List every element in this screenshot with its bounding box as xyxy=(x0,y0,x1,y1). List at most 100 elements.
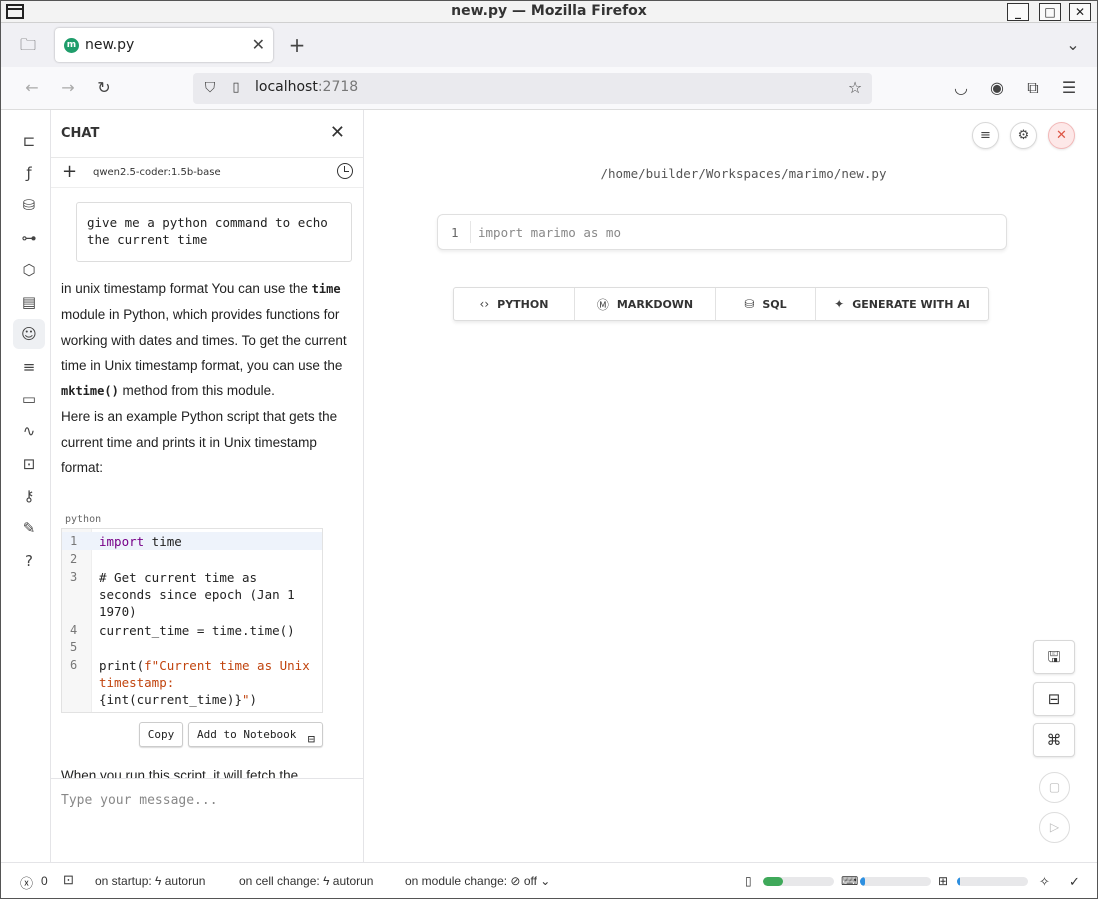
search-list-icon[interactable]: ≡ xyxy=(13,352,45,382)
inline-code: time xyxy=(311,282,341,296)
copy-code-button[interactable]: Copy xyxy=(139,722,183,747)
cpu-usage-bar xyxy=(957,877,1028,886)
url-text[interactable]: localhost:2718 xyxy=(255,79,358,95)
code-text: time xyxy=(144,534,182,549)
error-circle-icon[interactable]: ⓧ xyxy=(20,873,33,892)
add-python-cell-button[interactable]: ‹› PYTHON xyxy=(454,288,575,320)
add-markdown-cell-button[interactable]: Ⓜ MARKDOWN xyxy=(575,288,716,320)
scratchpad-icon[interactable]: ✎ xyxy=(13,513,45,543)
save-icon[interactable]: 🖫 xyxy=(1033,640,1075,674)
run-icon[interactable]: ▷ xyxy=(1039,812,1070,843)
list-all-tabs-icon[interactable]: ⌄ xyxy=(1063,35,1083,55)
code-text: ) xyxy=(249,692,258,707)
code-text: {int(current_time)} xyxy=(99,692,242,707)
line-number: 2 xyxy=(70,552,78,566)
variables-icon[interactable]: ƒ xyxy=(13,158,45,188)
maximize-button[interactable]: □ xyxy=(1039,3,1061,21)
connection-status-icon[interactable]: ✓ xyxy=(1069,874,1080,890)
chat-message-input[interactable] xyxy=(61,793,351,808)
generate-with-ai-button[interactable]: ✦ GENERATE WITH AI xyxy=(816,288,988,320)
reply-text: module in Python, which provides functio… xyxy=(61,307,347,373)
user-message[interactable]: give me a python command to echo the cur… xyxy=(76,202,352,262)
add-to-notebook-button[interactable]: Add to Notebook ⊟ xyxy=(188,722,323,747)
url-bar[interactable]: ⛉ ▯ localhost:2718 ☆ xyxy=(193,73,872,104)
generate-ai-label: GENERATE WITH AI xyxy=(852,297,970,311)
module-change-value: off xyxy=(523,874,537,888)
chat-bot-icon[interactable]: ☺ xyxy=(13,319,45,349)
database-icon: ⛁ xyxy=(744,297,755,311)
documentation-icon[interactable]: ▭ xyxy=(13,384,45,414)
startup-label: on startup: xyxy=(95,874,152,888)
page-icon[interactable]: ▯ xyxy=(226,78,246,98)
add-to-notebook-label: Add to Notebook xyxy=(197,728,297,741)
error-count[interactable]: 0 xyxy=(41,874,48,888)
disk-usage-fill xyxy=(860,877,865,886)
tab-title: new.py xyxy=(85,37,135,53)
shutdown-icon[interactable]: ✕ xyxy=(1048,122,1075,149)
terminal-icon[interactable]: ⊡ xyxy=(63,872,74,888)
help-icon[interactable]: ? xyxy=(13,546,45,576)
files-icon[interactable]: ⊏ xyxy=(13,126,45,156)
reply-text: Here is an example Python script that ge… xyxy=(61,409,338,476)
pocket-icon[interactable]: ◡ xyxy=(951,78,971,98)
marimo-favicon-icon: m xyxy=(64,38,79,53)
account-icon[interactable]: ◉ xyxy=(987,78,1007,98)
close-tab-icon[interactable]: ✕ xyxy=(252,35,265,54)
packages-icon[interactable]: ⬡ xyxy=(13,255,45,285)
back-button[interactable]: ← xyxy=(22,78,42,98)
line-number: 3 xyxy=(70,570,78,584)
shield-icon[interactable]: ⛉ xyxy=(200,78,220,98)
history-clock-icon[interactable] xyxy=(337,163,353,179)
close-window-button[interactable]: ✕ xyxy=(1069,3,1091,21)
reload-button[interactable]: ↻ xyxy=(94,78,114,98)
cell-editor[interactable]: import marimo as mo xyxy=(478,225,621,240)
app-menu-icon[interactable]: ☰ xyxy=(1059,78,1079,98)
notebook-cell-icon: ⊟ xyxy=(307,732,315,746)
model-selector[interactable]: qwen2.5-coder:1.5b-base xyxy=(93,167,221,178)
chevron-down-icon: ⌄ xyxy=(540,874,551,888)
secrets-key-icon[interactable]: ⚷ xyxy=(13,481,45,511)
forward-button[interactable]: → xyxy=(58,78,78,98)
bookmark-star-icon[interactable]: ☆ xyxy=(845,78,865,98)
code-line: import time xyxy=(99,533,182,550)
new-tab-button[interactable]: + xyxy=(287,35,307,55)
title-bar: new.py — Mozilla Firefox _ □ ✕ xyxy=(1,1,1097,23)
close-chat-icon[interactable]: ✕ xyxy=(330,122,345,143)
memory-usage-fill xyxy=(763,877,783,886)
datasources-icon[interactable]: ⛁ xyxy=(13,190,45,220)
command-palette-icon[interactable]: ⌘ xyxy=(1033,723,1075,757)
outline-icon[interactable]: ▤ xyxy=(13,287,45,317)
navigation-bar: ← → ↻ ⛉ ▯ localhost:2718 ☆ ◡ ◉ ⧉ ☰ xyxy=(1,67,1097,110)
dependency-graph-icon[interactable]: ⊶ xyxy=(13,223,45,253)
stop-icon[interactable]: ▢ xyxy=(1039,772,1070,803)
module-change-setting[interactable]: on module change: ⊘ off ⌄ xyxy=(405,874,550,888)
extensions-icon[interactable]: ⧉ xyxy=(1023,78,1043,98)
add-cell-toolbar: ‹› PYTHON Ⓜ MARKDOWN ⛁ SQL ✦ GENERATE WITH A… xyxy=(453,287,989,321)
status-bar: ⓧ 0 ⊡ on startup: ϟ autorun on cell chan… xyxy=(1,862,1097,898)
add-sql-cell-button[interactable]: ⛁ SQL xyxy=(716,288,816,320)
code-icon: ‹› xyxy=(479,297,490,311)
activity-sidebar: ⊏ ƒ ⛁ ⊶ ⬡ ▤ ☺ ≡ ▭ ∿ ⊡ ⚷ ✎ ? xyxy=(1,110,51,862)
settings-gear-icon[interactable]: ⚙ xyxy=(1010,122,1037,149)
code-comment: # Get current time as seconds since epoc… xyxy=(99,570,295,619)
tracing-icon[interactable]: ∿ xyxy=(13,416,45,446)
tab-list-icon[interactable]: 🗀 xyxy=(18,35,38,55)
layout-icon[interactable]: ⊟ xyxy=(1033,682,1075,716)
line-number: 6 xyxy=(70,658,78,672)
add-sql-label: SQL xyxy=(762,297,787,311)
menu-icon[interactable]: ≡ xyxy=(972,122,999,149)
code-block[interactable]: 1 2 3 4 5 6 import time # Get current ti… xyxy=(61,528,323,713)
startup-setting[interactable]: on startup: ϟ autorun xyxy=(95,874,205,888)
code-cell[interactable]: 1 import marimo as mo xyxy=(437,214,1007,250)
snippets-icon[interactable]: ⊡ xyxy=(13,449,45,479)
chat-messages[interactable]: give me a python command to echo the cur… xyxy=(51,188,363,778)
cell-change-setting[interactable]: on cell change: ϟ autorun xyxy=(239,874,373,888)
notebook-file-path[interactable]: /home/builder/Workspaces/marimo/new.py xyxy=(364,166,1097,181)
minimize-button[interactable]: _ xyxy=(1007,3,1029,21)
code-keyword: import xyxy=(99,534,145,549)
browser-tab[interactable]: m new.py ✕ xyxy=(55,28,273,62)
disk-usage-bar xyxy=(860,877,931,886)
new-chat-plus-icon[interactable]: + xyxy=(62,161,77,182)
line-number: 1 xyxy=(70,534,78,548)
ai-sparkles-icon[interactable]: ✧ xyxy=(1039,874,1050,890)
